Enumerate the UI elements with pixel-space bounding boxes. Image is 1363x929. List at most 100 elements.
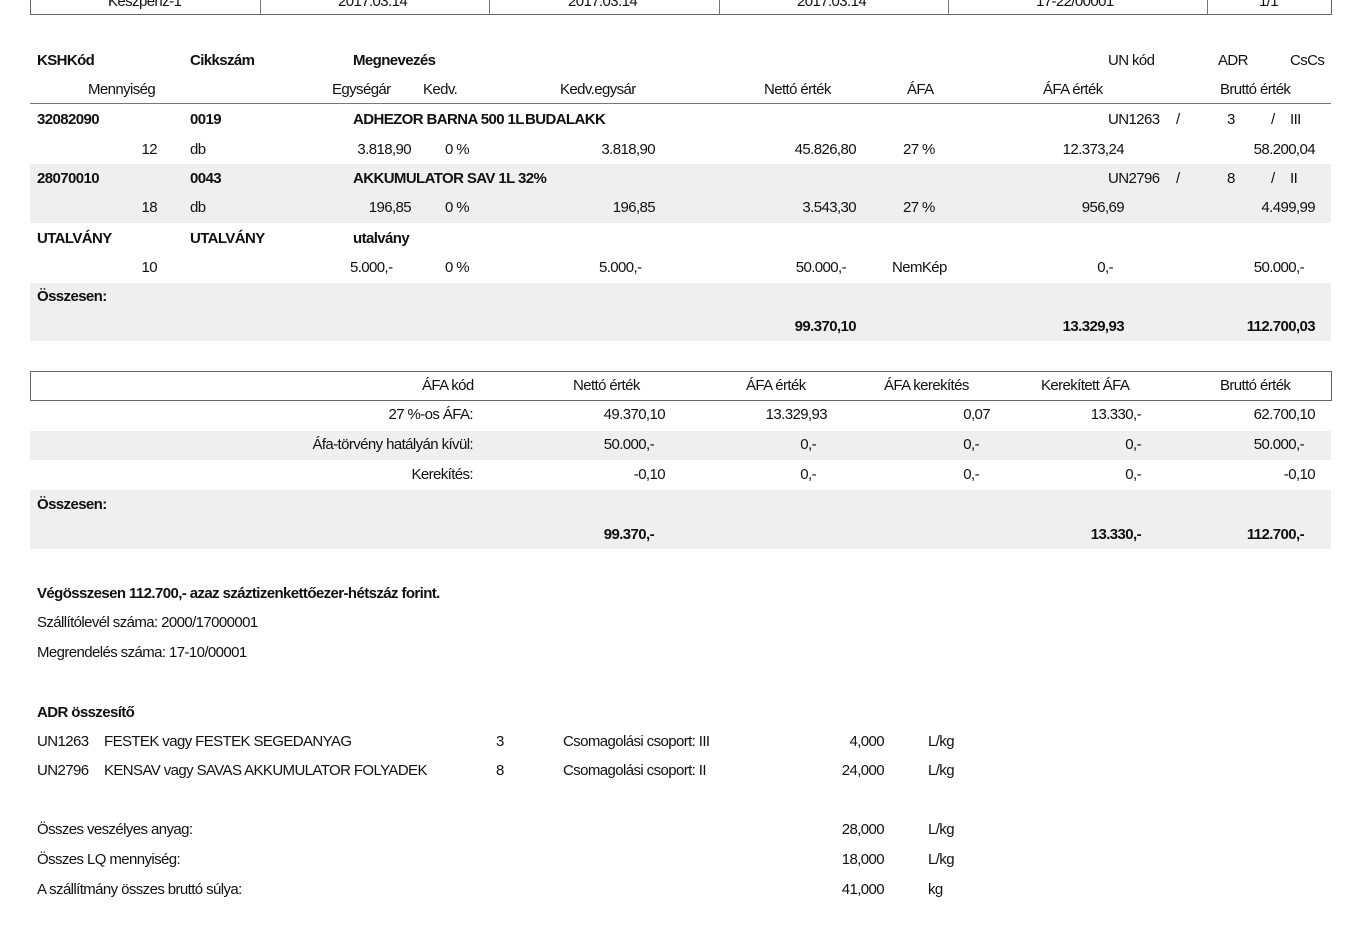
net-value: 3.543,30 [802, 199, 856, 216]
vat-col-net: Nettó érték [573, 377, 640, 394]
quantity: 10 [141, 259, 158, 276]
discount: 0 % [445, 141, 470, 158]
vat-rate: 27 % [903, 141, 935, 158]
adr-total-label: A szállítmány összes bruttó súlya: [37, 881, 242, 898]
vat-label: Kerekítés: [411, 466, 473, 483]
vat-amount: 13.329,93 [765, 406, 828, 423]
separator: / [1176, 111, 1180, 128]
vat-value: 12.373,24 [1062, 141, 1125, 158]
discount: 0 % [445, 199, 470, 216]
date-3: 2017.03.14 [797, 0, 867, 10]
quantity: 18 [141, 199, 158, 216]
vat-rounded: 0,- [1125, 436, 1141, 453]
item-name: AKKUMULATOR SAV 1L 32% [353, 170, 547, 187]
col-menny: Mennyiség [88, 81, 156, 98]
ksh-code: 28070010 [37, 170, 100, 187]
vat-rounding: 0,- [963, 436, 979, 453]
page-number: 1/1 [1259, 0, 1279, 10]
col-afa: ÁFA [907, 81, 934, 98]
invoice-number: 17-22/00001 [1036, 0, 1114, 10]
item-name: ADHEZOR BARNA 500 1L [353, 111, 524, 128]
discounted-price: 5.000,- [599, 259, 642, 276]
ksh-code: 32082090 [37, 111, 100, 128]
vat-net: 49.370,10 [603, 406, 666, 423]
vat-rounded: 13.330,- [1090, 406, 1142, 423]
delivery-note-number: Szállítólevél száma: 2000/17000001 [37, 614, 258, 631]
col-megnev: Megnevezés [353, 52, 436, 69]
discounted-price: 196,85 [612, 199, 656, 216]
payment-method: Készpénz-1 [108, 0, 182, 10]
vat-gross: -0,10 [1283, 466, 1316, 483]
separator: / [1271, 170, 1275, 187]
discount: 0 % [445, 259, 470, 276]
vat-rate: 27 % [903, 199, 935, 216]
adr-total-label: Összes LQ mennyiség: [37, 851, 181, 868]
packing-group: II [1290, 170, 1298, 187]
col-cscs: CsCs [1290, 52, 1325, 69]
adr-unit: L/kg [928, 762, 955, 779]
adr-total-unit: kg [928, 881, 943, 898]
col-netto: Nettó érték [764, 81, 831, 98]
vat-col-vat: ÁFA érték [746, 377, 806, 394]
col-afaertek: ÁFA érték [1043, 81, 1103, 98]
vat-label: 27 %-os ÁFA: [388, 406, 473, 423]
adr-unit: L/kg [928, 733, 955, 750]
quantity: 12 [141, 141, 158, 158]
col-kedvegysar: Kedv.egysár [560, 81, 636, 98]
unit: db [190, 141, 206, 158]
col-cikk: Cikkszám [190, 52, 255, 69]
vat-net: -0,10 [633, 466, 666, 483]
vat-rounding: 0,- [963, 466, 979, 483]
vat-amount: 0,- [800, 436, 816, 453]
vat-col-rounded: Kerekített ÁFA [1041, 377, 1130, 394]
col-ksh: KSHKód [37, 52, 95, 69]
adr-total-qty: 18,000 [841, 851, 885, 868]
vat-rate: NemKép [892, 259, 947, 276]
header-info-table [30, 0, 1332, 15]
vat-rounding: 0,07 [963, 406, 990, 423]
vat-total-gross: 112.700,- [1246, 526, 1305, 543]
adr-desc: KENSAV vagy SAVAS AKKUMULATOR FOLYADEK [104, 762, 427, 779]
date-1: 2017.03.14 [338, 0, 408, 10]
un-code: UN1263 [1108, 111, 1160, 128]
discounted-price: 3.818,90 [601, 141, 655, 158]
adr-class: 3 [1227, 111, 1235, 128]
unit-price: 5.000,- [350, 259, 393, 276]
adr-group: Csomagolási csoport: III [563, 733, 710, 750]
unit-price: 196,85 [368, 199, 412, 216]
col-un: UN kód [1108, 52, 1155, 69]
vat-net: 50.000,- [603, 436, 655, 453]
net-value: 50.000,- [795, 259, 847, 276]
adr-un: UN2796 [37, 762, 89, 779]
adr-class: 8 [1227, 170, 1235, 187]
vat-gross: 50.000,- [1253, 436, 1305, 453]
vat-col-gross: Bruttó érték [1220, 377, 1291, 394]
adr-qty: 4,000 [849, 733, 884, 750]
vat-value: 956,69 [1081, 199, 1125, 216]
adr-group: Csomagolási csoport: II [563, 762, 707, 779]
items-total-label: Összesen: [37, 288, 107, 305]
item-name: utalvány [353, 230, 410, 247]
item-number: 0043 [190, 170, 222, 187]
col-brutto: Bruttó érték [1220, 81, 1291, 98]
vat-total-net: 99.370,- [603, 526, 655, 543]
order-number: Megrendelés száma: 17-10/00001 [37, 644, 247, 661]
item-number: UTALVÁNY [190, 230, 265, 247]
date-2: 2017.03.14 [568, 0, 638, 10]
separator: / [1176, 170, 1180, 187]
adr-total-unit: L/kg [928, 821, 955, 838]
ksh-code: UTALVÁNY [37, 230, 112, 247]
unit-price: 3.818,90 [357, 141, 411, 158]
vat-amount: 0,- [800, 466, 816, 483]
vat-total-vat: 13.330,- [1090, 526, 1142, 543]
adr-qty: 24,000 [841, 762, 885, 779]
vat-label: Áfa-törvény hatályán kívül: [312, 436, 473, 453]
adr-title: ADR összesítő [37, 704, 135, 721]
gross-value: 4.499,99 [1261, 199, 1315, 216]
item-number: 0019 [190, 111, 222, 128]
items-total-net: 99.370,10 [794, 318, 857, 335]
vat-total-label: Összesen: [37, 496, 107, 513]
net-value: 45.826,80 [794, 141, 857, 158]
adr-total-unit: L/kg [928, 851, 955, 868]
items-total-vat: 13.329,93 [1062, 318, 1125, 335]
